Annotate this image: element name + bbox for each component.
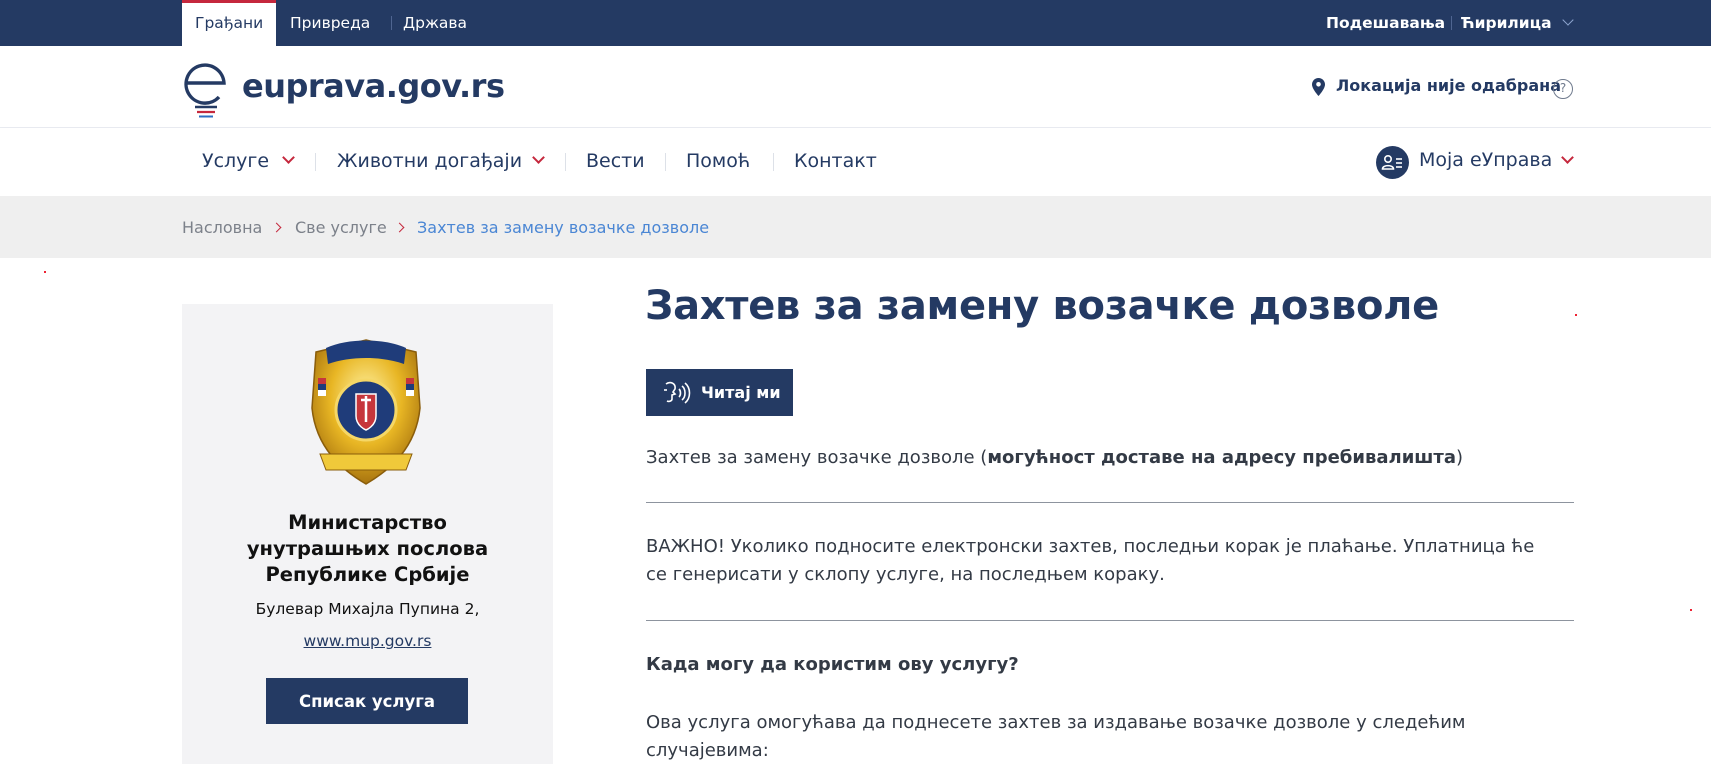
chevron-down-icon[interactable] <box>1562 14 1574 26</box>
location-pin-icon <box>1312 78 1325 96</box>
content-divider <box>646 502 1574 503</box>
help-icon[interactable]: ? <box>1553 79 1573 99</box>
chevron-right-icon <box>394 222 405 233</box>
site-header: euprava.gov.rs Локација није одабрана ? <box>0 46 1711 128</box>
tab-divider <box>391 16 392 30</box>
nav-divider <box>315 153 316 171</box>
artifact-dot <box>1575 314 1577 316</box>
institution-name-line: Министарство <box>288 511 447 534</box>
read-aloud-label: Читај ми <box>701 383 781 402</box>
police-badge-icon <box>311 339 421 485</box>
breadcrumb: Насловна Све услуге Захтев за замену воз… <box>0 196 1711 258</box>
nav-news[interactable]: Вести <box>586 150 645 172</box>
important-notice: ВАЖНО! Уколико подносите електронски зах… <box>646 533 1576 589</box>
service-intro-text: Захтев за замену возачке дозволе ( <box>646 447 988 468</box>
main-navigation: Услуге Животни догађаји Вести Помоћ Конт… <box>0 128 1711 196</box>
breadcrumb-home[interactable]: Насловна <box>182 218 262 237</box>
nav-divider <box>565 153 566 171</box>
top-bar: Грађани Привреда Држава Подешавања Ћирил… <box>0 0 1711 46</box>
tab-citizens[interactable]: Грађани <box>182 0 277 46</box>
user-avatar-icon[interactable] <box>1376 146 1409 179</box>
breadcrumb-current: Захтев за замену возачке дозволе <box>417 218 710 237</box>
location-selector[interactable]: Локација није одабрана <box>1336 76 1561 95</box>
page-title: Захтев за замену возачке дозволе <box>645 283 1439 329</box>
eupravа-logo-icon[interactable] <box>181 56 231 120</box>
settings-divider <box>1451 16 1452 30</box>
user-list-icon <box>1381 155 1402 170</box>
artifact-dot <box>1690 609 1692 611</box>
institution-website-link[interactable]: www.mup.gov.rs <box>182 632 553 650</box>
institution-name-line: унутрашњих послова <box>246 537 489 560</box>
chevron-down-icon[interactable] <box>1561 151 1574 164</box>
faq-answer-line: Ова услуга омогућава да поднесете захтев… <box>646 712 1466 733</box>
service-intro-end: ) <box>1456 447 1464 468</box>
faq-answer-line: случајевима: <box>646 740 769 761</box>
institution-card: Министарство унутрашњих послова Републик… <box>182 304 553 764</box>
read-aloud-icon <box>664 381 691 404</box>
important-notice-line: се генерисати у склопу услуге, на послед… <box>646 564 1165 585</box>
institution-address: Булевар Михајла Пупина 2, <box>255 600 480 618</box>
nav-divider <box>773 153 774 171</box>
nav-help[interactable]: Помоћ <box>686 150 750 172</box>
chevron-down-icon[interactable] <box>282 151 295 164</box>
breadcrumb-all-services[interactable]: Све услуге <box>295 218 387 237</box>
services-list-button[interactable]: Списак услуга <box>266 678 468 724</box>
read-aloud-button[interactable]: Читај ми <box>646 369 793 416</box>
tab-business[interactable]: Привреда <box>290 0 370 46</box>
faq-question: Када могу да користим ову услугу? <box>646 654 1019 675</box>
content-divider <box>646 620 1574 621</box>
chevron-right-icon <box>271 222 282 233</box>
service-intro-bold: могућност доставе на адресу пребивалишта <box>987 447 1457 468</box>
nav-contact[interactable]: Контакт <box>794 150 877 172</box>
artifact-dot <box>44 271 46 273</box>
tab-government[interactable]: Држава <box>403 0 467 46</box>
nav-services[interactable]: Услуге <box>202 150 269 172</box>
my-euprava-menu[interactable]: Моја еУправа <box>1419 149 1552 171</box>
service-intro: Захтев за замену возачке дозволе (могућн… <box>646 444 1576 472</box>
settings-link[interactable]: Подешавања <box>1326 0 1445 46</box>
nav-divider <box>665 153 666 171</box>
chevron-down-icon[interactable] <box>532 151 545 164</box>
institution-name: Министарство унутрашњих послова Републик… <box>182 510 553 588</box>
nav-life-events[interactable]: Животни догађаји <box>337 150 522 172</box>
faq-answer: Ова услуга омогућава да поднесете захтев… <box>646 709 1576 764</box>
site-logo-text[interactable]: euprava.gov.rs <box>242 67 505 105</box>
institution-name-line: Републике Србије <box>265 563 470 586</box>
language-selector[interactable]: Ћирилица <box>1461 0 1552 46</box>
important-notice-line: ВАЖНО! Уколико подносите електронски зах… <box>646 536 1535 557</box>
